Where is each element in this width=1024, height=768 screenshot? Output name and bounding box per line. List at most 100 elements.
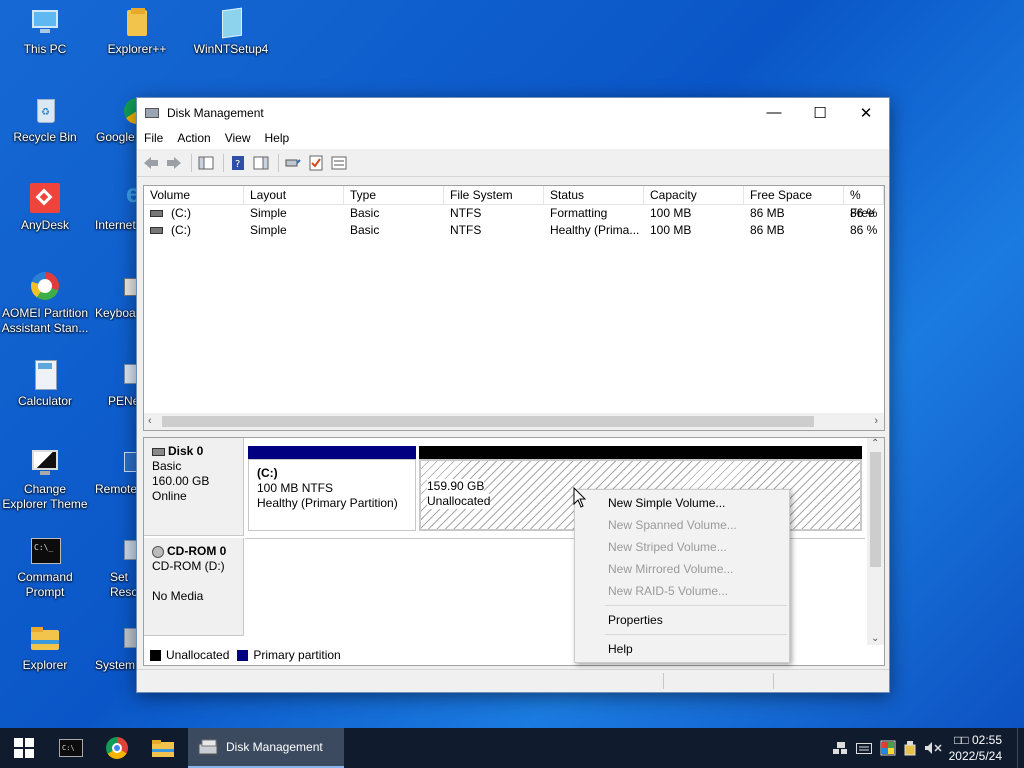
desktop-icon-internet[interactable]: e Internet — [92, 182, 142, 233]
cdrom-icon — [152, 545, 164, 558]
desktop-icon-anydesk[interactable]: AnyDesk — [0, 182, 90, 233]
close-button[interactable]: ✕ — [843, 98, 889, 127]
desktop-icon-calculator[interactable]: Calculator — [0, 358, 90, 409]
table-row[interactable]: (C:) Simple Basic NTFS Formatting 100 MB… — [144, 205, 884, 222]
table-row[interactable]: (C:) Simple Basic NTFS Healthy (Prima...… — [144, 222, 884, 239]
disk-0-label[interactable]: Disk 0 Basic 160.00 GB Online — [144, 438, 244, 536]
unallocated-bar — [419, 446, 862, 459]
taskbar-cmd[interactable]: C:\ — [48, 728, 94, 768]
menu-view[interactable]: View — [218, 131, 258, 145]
keyboard-icon[interactable] — [856, 742, 872, 754]
menu-item-help[interactable]: Help — [575, 638, 789, 660]
unallocated-status: Unallocated — [427, 494, 491, 509]
monitor-icon — [29, 6, 61, 38]
menu-item-new-mirrored-volume: New Mirrored Volume... — [608, 562, 734, 576]
scroll-left-icon[interactable]: ‹ — [148, 415, 152, 427]
desktop-icon-keyboard[interactable]: Keyboa — [92, 270, 142, 321]
desktop-icon-change-theme[interactable]: Change Explorer Theme — [0, 446, 90, 512]
terminal-icon: C:\_ — [29, 534, 61, 566]
legend-primary-label: Primary partition — [253, 648, 341, 662]
partition-c[interactable]: (C:) 100 MB NTFS Healthy (Primary Partit… — [248, 459, 416, 531]
scroll-right-icon[interactable]: › — [874, 415, 878, 427]
horizontal-scrollbar[interactable]: ‹ › — [144, 413, 884, 430]
menu-file[interactable]: File — [137, 131, 170, 145]
volume-cell: (C:) — [144, 222, 244, 239]
connect-disk-button[interactable] — [283, 153, 303, 173]
taskbar-chrome[interactable] — [94, 728, 140, 768]
check-button[interactable] — [306, 153, 326, 173]
desktop-icon-google[interactable]: Google — [92, 94, 142, 145]
chrome-icon — [106, 737, 128, 759]
taskbar-disk-management[interactable]: Disk Management — [188, 728, 344, 768]
clock-date: 2022/5/24 — [948, 749, 1002, 763]
help-button[interactable]: ? — [228, 153, 248, 173]
horizontal-scroll-thumb[interactable] — [162, 416, 814, 427]
vertical-scrollbar[interactable]: ⌃ ⌄ — [867, 438, 884, 646]
cdrom-0-title: CD-ROM 0 — [152, 544, 243, 559]
checklist-icon — [309, 155, 323, 171]
setup-icon — [215, 6, 247, 39]
color-display-icon[interactable] — [880, 740, 896, 756]
column-file-system[interactable]: File System — [444, 186, 544, 204]
desktop-icon-winntsetup[interactable]: WinNTSetup4 — [186, 6, 276, 57]
disk-management-icon — [198, 739, 218, 755]
column-volume[interactable]: Volume — [144, 186, 244, 204]
clock[interactable]: □□ 02:55 2022/5/24 — [949, 732, 1002, 764]
desktop-icon-explorerpp[interactable]: Explorer++ — [92, 6, 182, 57]
layout-cell: Simple — [250, 206, 287, 220]
list-view-button[interactable] — [329, 153, 349, 173]
column-percent-free[interactable]: % Free — [844, 186, 884, 220]
clock-prefix: □□ — [954, 733, 969, 747]
usb-drive-icon[interactable] — [904, 740, 916, 756]
menu-item-properties[interactable]: Properties — [575, 609, 789, 631]
taskbar-explorer[interactable] — [140, 728, 186, 768]
action-pane-button[interactable] — [251, 153, 271, 173]
speaker-muted-icon[interactable] — [924, 741, 942, 755]
column-free-space[interactable]: Free Space — [744, 186, 844, 204]
minimize-button[interactable]: — — [751, 98, 797, 127]
legend-unallocated-label: Unallocated — [166, 648, 230, 662]
maximize-button[interactable]: ☐ — [797, 98, 843, 127]
unallocated-size: 159.90 GB — [427, 479, 485, 494]
desktop-icon-set-resolution[interactable]: Set Reso — [92, 534, 142, 600]
desktop-icon-explorer[interactable]: Explorer — [0, 622, 90, 673]
desktop-icon-remote[interactable]: Remote — [92, 446, 142, 497]
calculator-icon — [29, 358, 61, 390]
type-cell: Basic — [350, 223, 380, 237]
vertical-scroll-thumb[interactable] — [870, 452, 881, 567]
scroll-down-icon[interactable]: ⌄ — [871, 633, 879, 644]
disk-0-type: Basic — [152, 459, 182, 473]
volume-name: (C:) — [171, 223, 191, 237]
back-button[interactable] — [141, 153, 161, 173]
title-bar[interactable]: Disk Management — ☐ ✕ — [137, 98, 889, 127]
desktop-icon-cmd[interactable]: C:\_ Command Prompt — [0, 534, 90, 600]
menu-item-new-simple-volume[interactable]: New Simple Volume... — [575, 492, 789, 514]
desktop-icon-recycle-bin[interactable]: ♻ Recycle Bin — [0, 94, 90, 145]
desktop-icon-label: AnyDesk — [20, 218, 70, 232]
desktop-icon-this-pc[interactable]: This PC — [0, 6, 90, 57]
show-hide-tree-button[interactable] — [196, 153, 216, 173]
column-layout[interactable]: Layout — [244, 186, 344, 204]
column-capacity[interactable]: Capacity — [644, 186, 744, 204]
menu-help[interactable]: Help — [258, 131, 297, 145]
menu-action[interactable]: Action — [170, 131, 217, 145]
partition-c-status: Healthy (Primary Partition) — [257, 496, 398, 510]
scroll-up-icon[interactable]: ⌃ — [871, 438, 879, 449]
cdrom-0-label[interactable]: CD-ROM 0 CD-ROM (D:) No Media — [144, 538, 244, 636]
column-type[interactable]: Type — [344, 186, 444, 204]
desktop-icon-penet[interactable]: PENe — [92, 358, 142, 409]
start-button[interactable] — [0, 728, 48, 768]
disk-0-size: 160.00 GB — [152, 474, 210, 488]
desktop-icon-aomei[interactable]: AOMEI Partition Assistant Stan... — [0, 270, 90, 336]
show-desktop-button[interactable] — [1017, 728, 1024, 768]
forward-button[interactable] — [164, 153, 184, 173]
desktop-icon-label: Google — [96, 130, 135, 144]
desktop-icon-system[interactable]: System — [92, 622, 142, 673]
column-status[interactable]: Status — [544, 186, 644, 204]
drive-icon — [150, 210, 163, 218]
folder-icon — [29, 622, 61, 654]
action-pane-icon — [253, 156, 269, 170]
network-icon[interactable] — [832, 741, 848, 755]
volume-list: Volume Layout Type File System Status Ca… — [143, 185, 885, 431]
minimize-icon: — — [766, 104, 782, 121]
